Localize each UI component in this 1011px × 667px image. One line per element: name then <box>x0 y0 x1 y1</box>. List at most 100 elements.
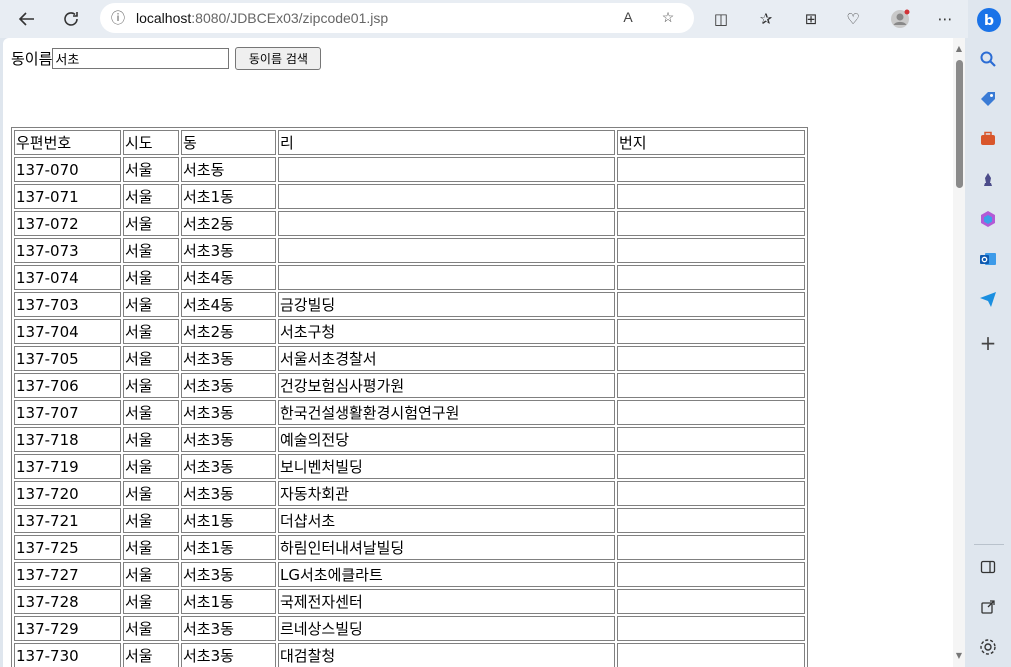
search-form: 동이름 동이름 검색 <box>11 47 322 70</box>
settings-icon[interactable] <box>977 636 999 658</box>
search-icon[interactable] <box>977 48 999 70</box>
ri-cell <box>278 265 615 290</box>
ri-cell: 건강보험심사평가원 <box>278 373 615 398</box>
sido-cell: 서울 <box>123 238 179 263</box>
ri-cell <box>278 211 615 236</box>
column-header: 시도 <box>123 130 179 155</box>
tag-icon[interactable] <box>977 88 999 110</box>
zipcode-cell: 137-728 <box>14 589 121 614</box>
scroll-up-arrow-icon[interactable]: ▲ <box>953 44 965 54</box>
refresh-icon[interactable] <box>57 5 85 33</box>
sido-cell: 서울 <box>123 589 179 614</box>
table-row: 137-070 서울 서초동 <box>14 157 805 182</box>
bunji-cell <box>617 562 805 587</box>
read-aloud-icon[interactable]: A <box>618 9 638 29</box>
column-header: 번지 <box>617 130 805 155</box>
bunji-cell <box>617 535 805 560</box>
send-icon[interactable] <box>977 288 999 310</box>
zipcode-cell: 137-703 <box>14 292 121 317</box>
bunji-cell <box>617 211 805 236</box>
dong-cell: 서초1동 <box>181 535 276 560</box>
svg-text:b: b <box>984 13 994 29</box>
zipcode-cell: 137-072 <box>14 211 121 236</box>
star-icon[interactable]: ☆ <box>658 9 678 29</box>
dong-cell: 서초1동 <box>181 184 276 209</box>
bunji-cell <box>617 238 805 263</box>
table-row: 137-072 서울 서초2동 <box>14 211 805 236</box>
zipcode-cell: 137-727 <box>14 562 121 587</box>
table-row: 137-074 서울 서초4동 <box>14 265 805 290</box>
scroll-thumb[interactable] <box>956 60 963 188</box>
dong-input[interactable] <box>52 48 230 69</box>
more-icon[interactable]: ⋯ <box>935 9 955 29</box>
dong-search-button[interactable]: 동이름 검색 <box>235 47 322 70</box>
column-header: 우편번호 <box>14 130 121 155</box>
bunji-cell <box>617 481 805 506</box>
bunji-cell <box>617 346 805 371</box>
zipcode-cell: 137-718 <box>14 427 121 452</box>
dong-cell: 서초3동 <box>181 373 276 398</box>
scroll-down-arrow-icon[interactable]: ▼ <box>953 651 965 661</box>
sidebar-toggle-icon[interactable] <box>977 556 999 578</box>
chess-icon[interactable] <box>977 168 999 190</box>
sido-cell: 서울 <box>123 292 179 317</box>
bunji-cell <box>617 454 805 479</box>
sido-cell: 서울 <box>123 157 179 182</box>
table-row: 137-727 서울 서초3동 LG서초에클라트 <box>14 562 805 587</box>
dong-cell: 서초3동 <box>181 238 276 263</box>
zipcode-cell: 137-719 <box>14 454 121 479</box>
ri-cell <box>278 184 615 209</box>
sido-cell: 서울 <box>123 319 179 344</box>
favorites-icon[interactable]: ✰ <box>756 9 776 29</box>
address-bar[interactable]: ⓘ localhost :8080/JDBCEx03/zipcode01.jsp… <box>100 3 694 33</box>
bunji-cell <box>617 292 805 317</box>
plus-icon[interactable]: + <box>977 331 999 355</box>
edge-sidebar: b + <box>968 0 1011 667</box>
ri-cell: 보니벤처빌딩 <box>278 454 615 479</box>
back-arrow-icon[interactable] <box>13 5 41 33</box>
sidebar-divider <box>974 544 1004 545</box>
outlook-icon[interactable] <box>977 248 999 270</box>
table-row: 137-718 서울 서초3동 예술의전당 <box>14 427 805 452</box>
column-header: 동 <box>181 130 276 155</box>
ri-cell: 예술의전당 <box>278 427 615 452</box>
zipcode-table: 우편번호 시도 동 리 번지 137-070 서울 서초동 137-071 서울 서초1동 137-0… <box>11 127 808 667</box>
briefcase-icon[interactable] <box>977 128 999 150</box>
dong-cell: 서초3동 <box>181 481 276 506</box>
zipcode-cell: 137-070 <box>14 157 121 182</box>
dong-cell: 서초3동 <box>181 346 276 371</box>
sido-cell: 서울 <box>123 481 179 506</box>
dong-cell: 서초1동 <box>181 589 276 614</box>
zipcode-cell: 137-707 <box>14 400 121 425</box>
page-scrollbar[interactable]: ▲ ▼ <box>953 38 965 667</box>
zipcode-cell: 137-721 <box>14 508 121 533</box>
ri-cell: 하림인터내셔날빌딩 <box>278 535 615 560</box>
zipcode-cell: 137-704 <box>14 319 121 344</box>
external-link-icon[interactable] <box>977 596 999 618</box>
profile-icon[interactable] <box>890 9 910 29</box>
copilot-icon[interactable]: b <box>975 6 1003 34</box>
sido-cell: 서울 <box>123 265 179 290</box>
ri-cell: 대검찰청 <box>278 643 615 667</box>
url-host: localhost <box>136 10 192 26</box>
bunji-cell <box>617 157 805 182</box>
sido-cell: 서울 <box>123 427 179 452</box>
table-row: 137-729 서울 서초3동 르네상스빌딩 <box>14 616 805 641</box>
bunji-cell <box>617 265 805 290</box>
ri-cell: 르네상스빌딩 <box>278 616 615 641</box>
zipcode-cell: 137-706 <box>14 373 121 398</box>
info-icon[interactable]: ⓘ <box>100 8 136 28</box>
split-screen-icon[interactable]: ◫ <box>711 9 731 29</box>
dong-cell: 서초3동 <box>181 643 276 667</box>
bunji-cell <box>617 427 805 452</box>
page-content: 동이름 동이름 검색 우편번호시도동리번지137-070서울서초동137-071… <box>3 38 953 667</box>
bunji-cell <box>617 400 805 425</box>
sido-cell: 서울 <box>123 643 179 667</box>
table-row: 137-703 서울 서초4동 금강빌딩 <box>14 292 805 317</box>
collections-icon[interactable]: ⊞ <box>801 9 821 29</box>
heart-icon[interactable]: ♡ <box>843 9 863 29</box>
zipcode-cell: 137-705 <box>14 346 121 371</box>
sido-cell: 서울 <box>123 535 179 560</box>
bunji-cell <box>617 319 805 344</box>
office-icon[interactable] <box>977 208 999 230</box>
